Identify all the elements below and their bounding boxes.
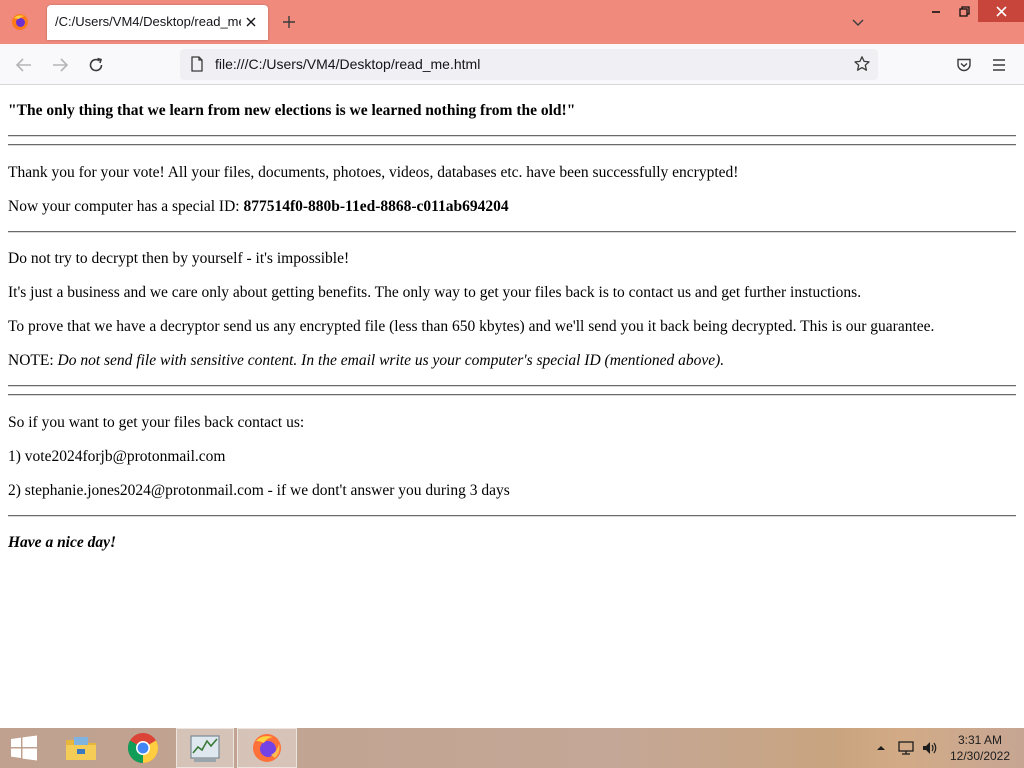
horizontal-rule: [8, 394, 1016, 396]
browser-title-bar: /C:/Users/VM4/Desktop/read_me.html: [0, 0, 1024, 44]
horizontal-rule: [8, 144, 1016, 146]
bookmark-star-icon[interactable]: [852, 54, 872, 74]
contact-intro: So if you want to get your files back co…: [8, 414, 305, 431]
horizontal-rule: [8, 135, 1016, 137]
navigation-toolbar: file:///C:/Users/VM4/Desktop/read_me.htm…: [0, 44, 1024, 85]
windows-taskbar: 3:31 AM 12/30/2022: [0, 728, 1024, 768]
volume-speaker-icon[interactable]: [920, 728, 940, 768]
clock-time: 3:31 AM: [957, 733, 1003, 747]
horizontal-rule: [8, 231, 1016, 233]
firefox-taskbar-icon[interactable]: [237, 728, 297, 768]
special-id-line: Now your computer has a special ID: 8775…: [8, 198, 509, 216]
show-hidden-icons-chevron-icon[interactable]: [874, 728, 888, 768]
browser-tab-active[interactable]: /C:/Users/VM4/Desktop/read_me.html: [47, 5, 268, 40]
task-manager-icon[interactable]: [176, 728, 234, 768]
reload-icon[interactable]: [85, 54, 107, 76]
url-bar[interactable]: file:///C:/Users/VM4/Desktop/read_me.htm…: [180, 49, 878, 80]
system-clock[interactable]: 3:31 AM 12/30/2022: [942, 732, 1018, 764]
window-close-icon[interactable]: [978, 0, 1024, 22]
new-tab-plus-icon[interactable]: [279, 12, 299, 32]
horizontal-rule: [8, 515, 1016, 517]
network-icon[interactable]: [896, 728, 916, 768]
chrome-icon[interactable]: [118, 728, 168, 768]
list-all-tabs-chevron-icon[interactable]: [848, 12, 868, 32]
tab-title: /C:/Users/VM4/Desktop/read_me.html: [55, 14, 241, 29]
special-id-label: Now your computer has a special ID:: [8, 198, 244, 215]
note-text: Do not send file with sensitive content.…: [57, 352, 725, 369]
window-minimize-icon[interactable]: [922, 0, 950, 22]
business-statement: It's just a business and we care only ab…: [8, 284, 862, 301]
windows-start-icon[interactable]: [0, 728, 48, 768]
special-id-value: 877514f0-880b-11ed-8868-c011ab694204: [243, 198, 509, 215]
encrypted-notice: Thank you for your vote! All your files,…: [8, 164, 739, 181]
closing-text: Have a nice day!: [8, 534, 117, 551]
horizontal-rule: [8, 385, 1016, 387]
window-restore-icon[interactable]: [950, 0, 978, 22]
clock-date: 12/30/2022: [949, 749, 1011, 763]
note-label: NOTE:: [8, 352, 58, 369]
hamburger-menu-icon[interactable]: [988, 54, 1010, 76]
contact-email-2: 2) stephanie.jones2024@protonmail.com - …: [8, 482, 510, 499]
firefox-view-icon[interactable]: [8, 10, 32, 34]
url-text[interactable]: file:///C:/Users/VM4/Desktop/read_me.htm…: [215, 56, 480, 72]
contact-email-1: 1) vote2024forjb@protonmail.com: [8, 448, 226, 465]
file-explorer-icon[interactable]: [56, 728, 106, 768]
note-line: NOTE: Do not send file with sensitive co…: [8, 352, 724, 370]
forward-arrow-icon[interactable]: [49, 54, 71, 76]
tab-close-icon[interactable]: [242, 13, 260, 31]
pocket-save-icon[interactable]: [953, 54, 975, 76]
quote-heading: "The only thing that we learn from new e…: [8, 102, 576, 119]
decryptor-proof-text: To prove that we have a decryptor send u…: [8, 318, 935, 335]
page-document-icon: [190, 56, 204, 72]
back-arrow-icon[interactable]: [13, 54, 35, 76]
page-content: "The only thing that we learn from new e…: [0, 86, 1024, 728]
no-decrypt-warning: Do not try to decrypt then by yourself -…: [8, 250, 350, 267]
